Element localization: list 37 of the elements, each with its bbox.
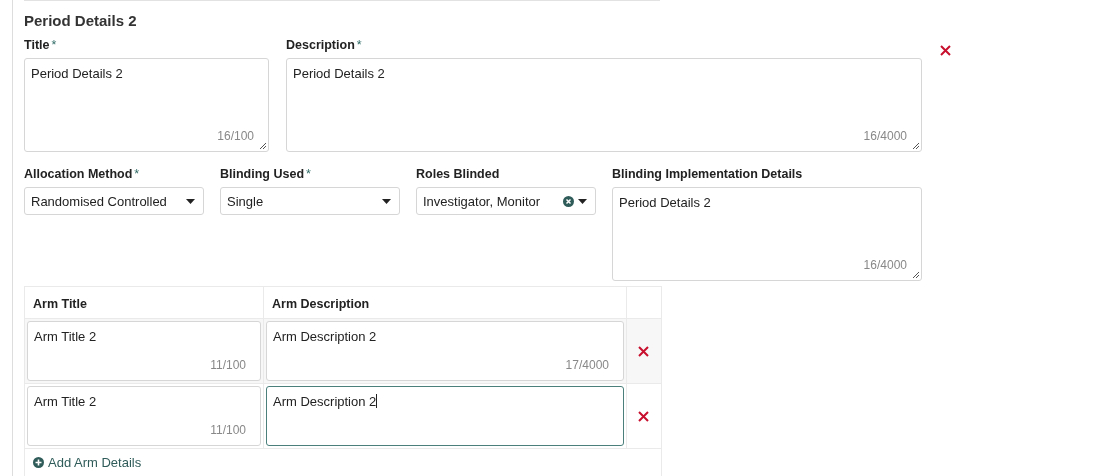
character-counter: 16/4000 bbox=[863, 258, 907, 272]
caret-icon bbox=[186, 198, 195, 204]
caret-icon bbox=[578, 198, 587, 204]
resize-handle-icon[interactable] bbox=[259, 142, 266, 149]
character-counter: 17/4000 bbox=[565, 358, 609, 372]
column-header: Arm Description bbox=[264, 287, 627, 318]
clear-icon[interactable] bbox=[563, 195, 574, 207]
resize-handle-icon[interactable] bbox=[912, 142, 919, 149]
section-title: Period Details 2 bbox=[24, 12, 138, 30]
character-counter: 11/100 bbox=[210, 358, 246, 372]
add-arm-link[interactable]: Add Arm Details bbox=[33, 455, 142, 470]
field-label: Title * bbox=[24, 38, 57, 53]
resize-handle-icon[interactable] bbox=[912, 271, 919, 278]
text-area[interactable]: Arm Title 2 11/100 bbox=[27, 386, 261, 446]
plus-circle-icon bbox=[33, 457, 44, 468]
dropdown-select[interactable]: Single bbox=[220, 187, 400, 215]
caret-icon bbox=[382, 198, 391, 204]
character-counter: 11/100 bbox=[210, 423, 246, 437]
field-label: Allocation Method * bbox=[24, 167, 140, 182]
close-icon[interactable] bbox=[940, 45, 951, 56]
character-counter: 16/100 bbox=[217, 129, 254, 143]
delete-icon[interactable] bbox=[637, 410, 649, 422]
field-label: Blinding Used * bbox=[220, 167, 311, 182]
text-area[interactable]: Arm Title 2 11/100 bbox=[27, 321, 261, 381]
text-area[interactable]: Period Details 2 16/100 bbox=[24, 58, 269, 152]
column-header: Arm Title bbox=[25, 287, 264, 318]
text-area[interactable]: Period Details 2 16/4000 bbox=[286, 58, 922, 152]
delete-icon[interactable] bbox=[637, 345, 649, 357]
field-label: Roles Blinded bbox=[416, 167, 500, 182]
field-label: Blinding Implementation Details bbox=[612, 167, 803, 182]
field-label: Description * bbox=[286, 38, 362, 53]
text-area[interactable]: Arm Description 2 17/4000 bbox=[266, 321, 624, 381]
text-area[interactable]: Arm Description 2 bbox=[266, 386, 624, 446]
dropdown-select[interactable]: Randomised Controlled bbox=[24, 187, 204, 215]
text-area[interactable]: Period Details 2 16/4000 bbox=[612, 187, 922, 281]
dropdown-select[interactable]: Investigator, Monitor bbox=[416, 187, 596, 215]
character-counter: 16/4000 bbox=[863, 129, 907, 143]
